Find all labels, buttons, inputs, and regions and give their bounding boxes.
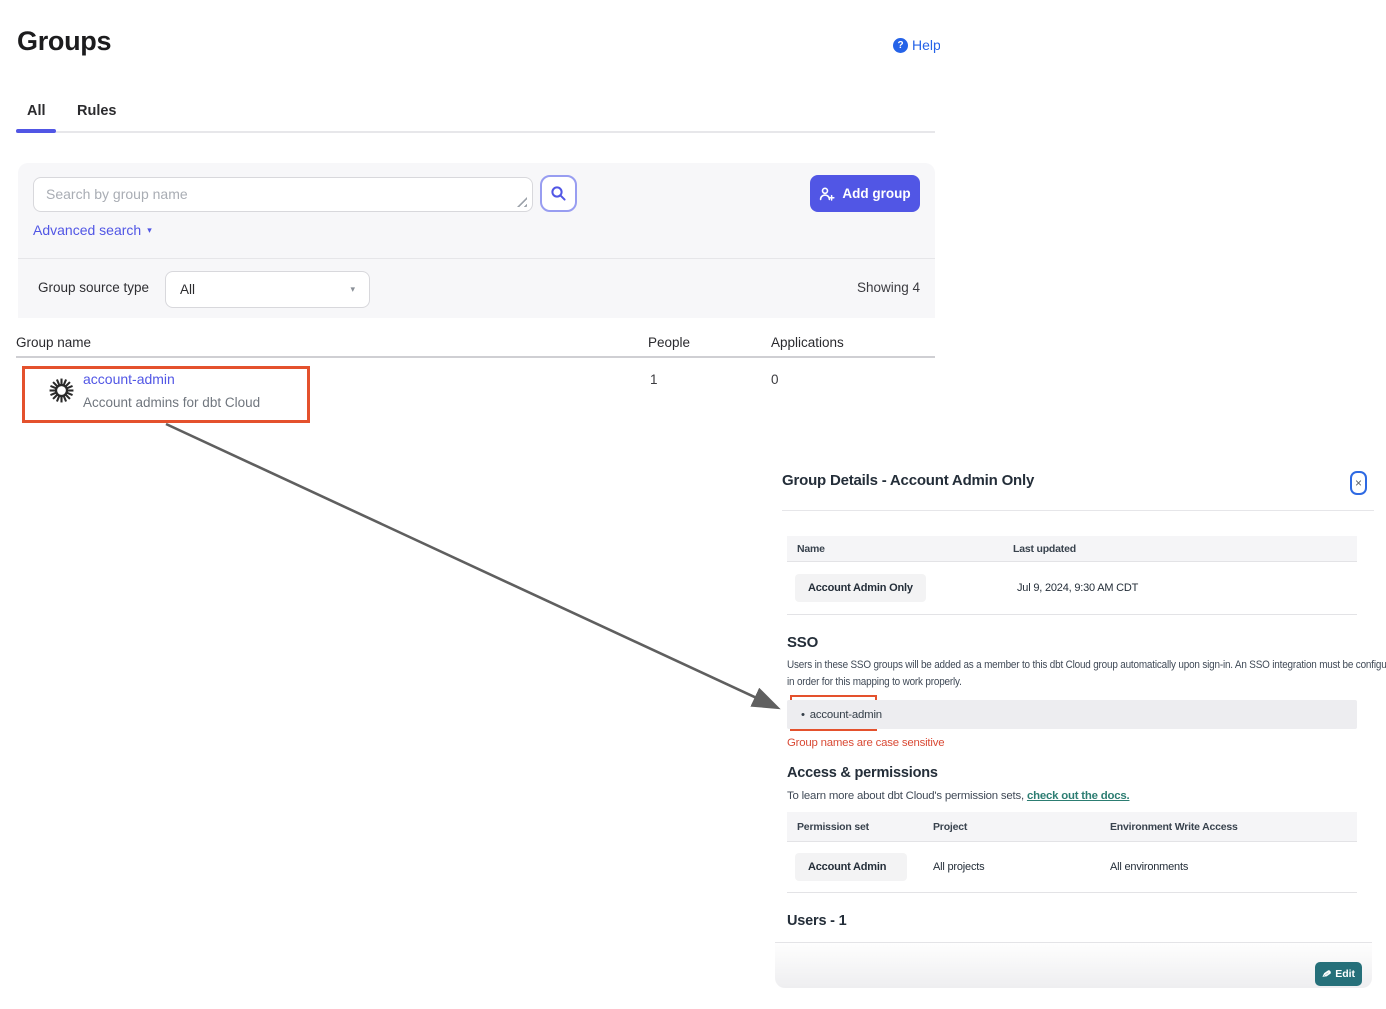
page-title: Groups [17,26,111,57]
add-group-label: Add group [842,186,910,201]
group-name-chip: Account Admin Only [795,574,926,602]
pencil-icon: ✎ [1321,967,1332,981]
case-sensitive-warning: Group names are case sensitive [787,737,944,749]
sso-group-chip: account-admin [810,709,882,721]
help-link[interactable]: ? Help [893,37,940,53]
access-permissions-heading: Access & permissions [787,765,938,781]
group-name-link[interactable]: account-admin [83,371,175,387]
access-description-text: To learn more about dbt Cloud's permissi… [787,790,1027,802]
sso-heading: SSO [787,634,818,651]
search-icon [550,185,567,202]
col-header-last-updated: Last updated [1013,543,1076,555]
edit-label: Edit [1335,968,1355,980]
advanced-search-label: Advanced search [33,222,141,238]
col-header-people: People [648,335,690,350]
tab-all[interactable]: All [27,103,46,119]
col-header-env-write-access: Environment Write Access [1110,821,1238,833]
sso-description-line1: Users in these SSO groups will be added … [787,659,1386,671]
advanced-search-toggle[interactable]: Advanced search ▾ [33,222,152,238]
add-group-button[interactable]: Add group [810,175,920,212]
search-input[interactable] [34,178,532,211]
access-description: To learn more about dbt Cloud's permissi… [787,790,1129,802]
detail-panel-footer: ✎ Edit [775,942,1372,988]
question-icon: ? [893,38,908,53]
permission-set-chip: Account Admin [795,853,907,881]
edit-button[interactable]: ✎ Edit [1315,962,1362,986]
close-icon: × [1355,476,1362,490]
last-updated-value: Jul 9, 2024, 9:30 AM CDT [1017,582,1138,594]
group-source-type-value: All [180,282,195,297]
search-button[interactable] [540,175,577,212]
groups-page: Groups ? Help All Rules Advanced search … [0,0,940,455]
group-applications-count: 0 [771,372,779,387]
env-write-access-value: All environments [1110,861,1188,873]
filter-panel: Advanced search ▾ Group source type All … [18,163,935,318]
table-header-divider [16,356,935,358]
users-heading: Users - 1 [787,913,846,929]
group-source-type-select[interactable]: All ▾ [165,271,370,308]
name-table-header: Name Last updated [787,536,1357,562]
col-header-project: Project [933,821,967,833]
group-description: Account admins for dbt Cloud [83,395,260,410]
tabs-divider [16,131,935,133]
permissions-table-row: Account Admin All projects All environme… [787,842,1357,892]
name-table-row: Account Admin Only Jul 9, 2024, 9:30 AM … [787,562,1357,614]
group-details-panel: Group Details - Account Admin Only × Nam… [782,460,1374,990]
group-icon [48,377,75,409]
active-tab-indicator [16,129,56,133]
col-header-group-name: Group name [16,335,91,350]
caret-down-icon: ▾ [350,285,355,294]
caret-down-icon: ▾ [147,226,152,235]
col-header-applications: Applications [771,335,844,350]
project-value: All projects [933,861,984,873]
permissions-table-header: Permission set Project Environment Write… [787,812,1357,842]
col-header-name: Name [797,543,825,555]
name-table: Name Last updated Account Admin Only Jul… [787,536,1357,615]
group-source-type-label: Group source type [38,280,149,295]
col-header-permission-set: Permission set [797,821,869,833]
detail-header-divider [782,510,1374,511]
close-button[interactable]: × [1350,471,1367,495]
bullet-icon: • [801,709,805,721]
search-field-wrap [33,177,533,212]
sso-group-mapping-row: • account-admin [787,700,1357,729]
tab-rules[interactable]: Rules [77,103,117,119]
group-people-count: 1 [650,372,658,387]
showing-count: Showing 4 [857,280,920,295]
permissions-table: Permission set Project Environment Write… [787,812,1357,893]
screen: Groups ? Help All Rules Advanced search … [0,0,1386,1009]
docs-link[interactable]: check out the docs. [1027,790,1130,802]
add-user-icon [819,186,835,202]
help-label: Help [912,37,940,53]
sso-description-line2: in order for this mapping to work proper… [787,676,962,688]
filter-divider [18,258,935,259]
detail-panel-title: Group Details - Account Admin Only [782,472,1034,489]
